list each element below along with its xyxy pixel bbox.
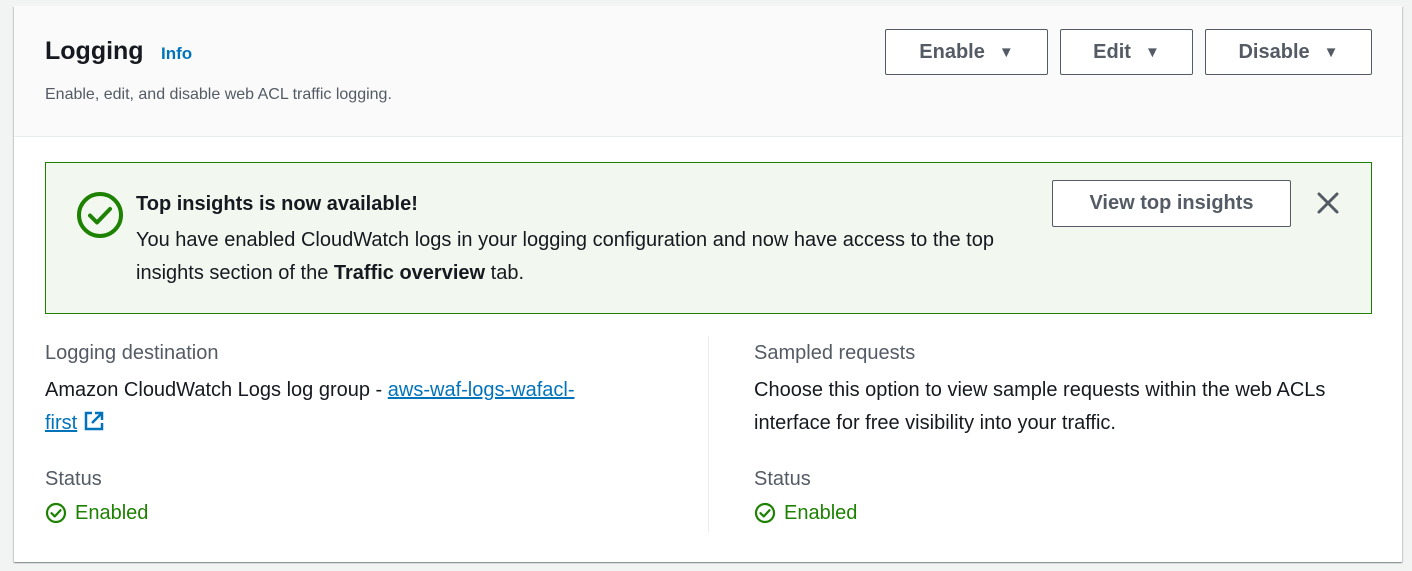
enable-dropdown-button[interactable]: Enable ▼ [885, 29, 1048, 75]
enable-button-label: Enable [919, 40, 985, 63]
status-label: Status [45, 468, 102, 490]
logging-destination-section: Logging destination Amazon CloudWatch Lo… [45, 341, 645, 524]
panel-description: Enable, edit, and disable web ACL traffi… [45, 86, 392, 103]
alert-body-bold: Traffic overview [333, 262, 486, 284]
logging-panel: Logging Info Enable, edit, and disable w… [14, 6, 1402, 562]
caret-down-icon: ▼ [998, 43, 1014, 61]
status-value: Enabled [784, 502, 858, 524]
logging-destination-value: Amazon CloudWatch Logs log group - aws-w… [45, 374, 645, 440]
status-badge: Enabled [45, 501, 148, 525]
status-value: Enabled [75, 502, 149, 524]
alert-body: You have enabled CloudWatch logs in your… [136, 224, 1036, 290]
edit-dropdown-button[interactable]: Edit ▼ [1060, 29, 1193, 75]
info-link[interactable]: Info [161, 44, 192, 64]
sampled-requests-section: Sampled requests Choose this option to v… [754, 341, 1354, 524]
success-alert: Top insights is now available! You have … [45, 162, 1372, 314]
caret-down-icon: ▼ [1144, 43, 1160, 61]
alert-body-text: You have enabled CloudWatch logs in your… [136, 229, 994, 284]
page-title: Logging [45, 37, 144, 65]
column-divider [708, 336, 709, 532]
status-badge: Enabled [754, 501, 857, 525]
sampled-requests-label: Sampled requests [754, 342, 916, 364]
external-link-icon [84, 411, 104, 431]
sampled-requests-value: Choose this option to view sample reques… [754, 379, 1326, 434]
caret-down-icon: ▼ [1323, 43, 1339, 61]
alert-body-end: tab. [485, 262, 524, 284]
view-top-insights-button[interactable]: View top insights [1052, 180, 1291, 227]
logging-destination-label: Logging destination [45, 342, 219, 364]
success-check-circle-icon [77, 192, 123, 238]
status-label: Status [754, 468, 811, 490]
edit-button-label: Edit [1093, 40, 1131, 63]
panel-header: Logging Info Enable, edit, and disable w… [14, 6, 1402, 137]
sampled-requests-status: Status Enabled [754, 467, 857, 525]
alert-title: Top insights is now available! [136, 193, 418, 215]
disable-button-label: Disable [1238, 40, 1310, 63]
success-check-circle-icon [45, 502, 67, 524]
disable-dropdown-button[interactable]: Disable ▼ [1205, 29, 1372, 75]
success-check-circle-icon [754, 502, 776, 524]
logging-status: Status Enabled [45, 467, 148, 525]
log-group-prefix: Amazon CloudWatch Logs log group - [45, 379, 388, 401]
close-icon[interactable] [1314, 189, 1342, 217]
